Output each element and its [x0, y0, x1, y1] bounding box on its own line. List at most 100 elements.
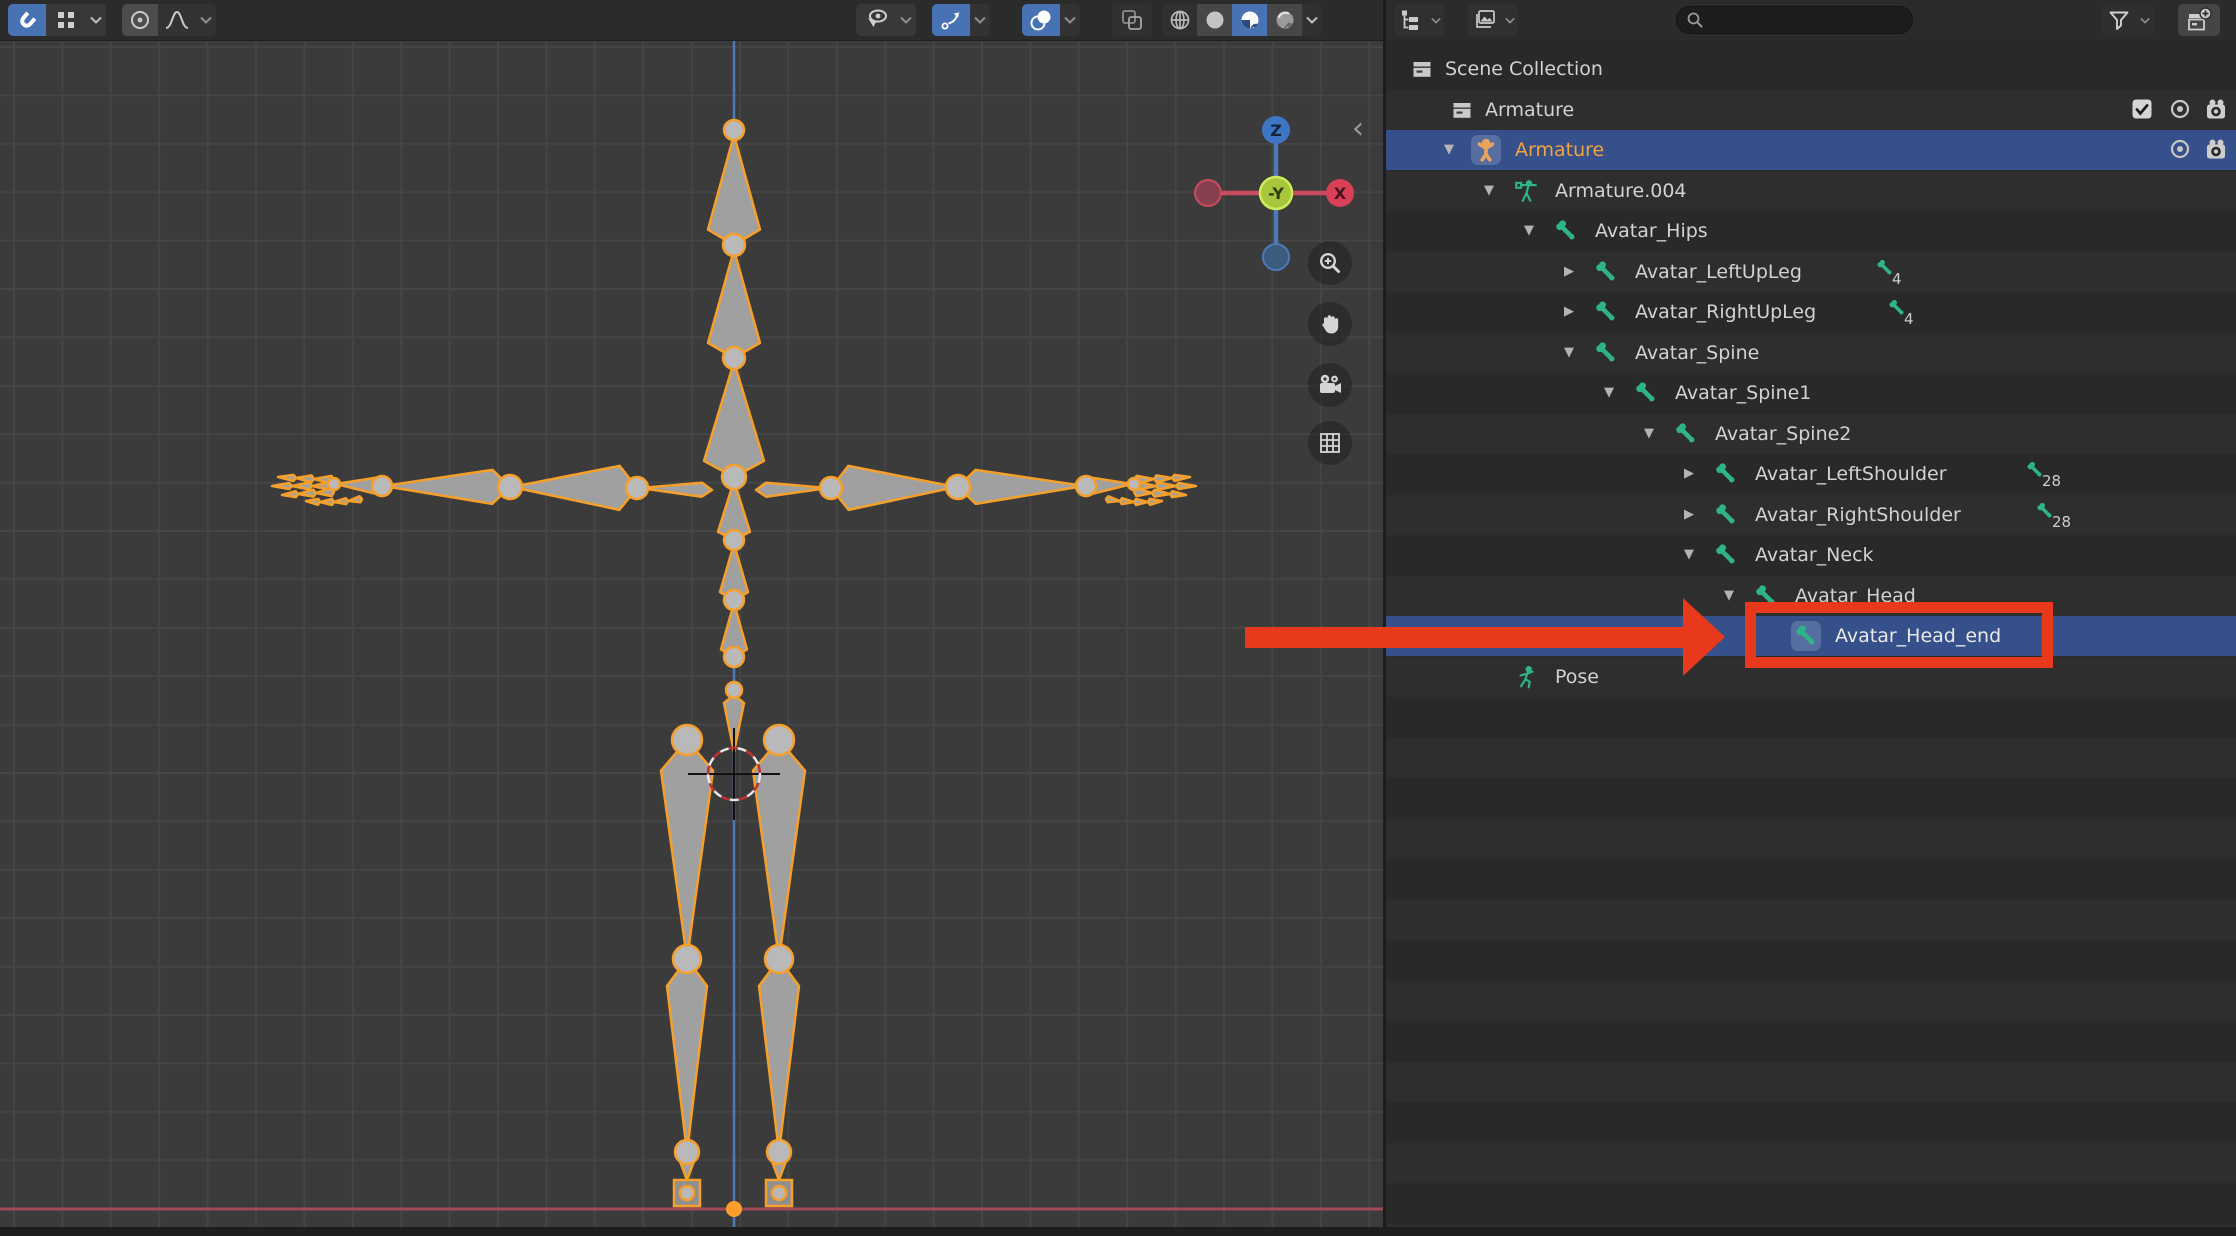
falloff-dropdown[interactable] — [196, 16, 216, 24]
chevron-down-icon — [974, 16, 986, 24]
proportional-editing-group — [122, 4, 216, 36]
chevron-down-icon — [1306, 16, 1318, 24]
outliner-row-armature[interactable]: ▼ Armature — [1386, 130, 2236, 170]
gizmo-neg-x-ball[interactable] — [1195, 180, 1221, 206]
row-icon-wrap — [1671, 419, 1701, 449]
editor-type-outliner-icon — [1399, 8, 1423, 32]
row-icon-wrap — [1551, 216, 1581, 246]
show-gizmo-toggle[interactable] — [856, 4, 896, 36]
search-icon — [1686, 11, 1704, 29]
outliner-row-scene-collection[interactable]: Scene Collection — [1386, 49, 2236, 89]
expand-arrow[interactable]: ▶ — [1681, 495, 1697, 535]
editor-type-button[interactable] — [1394, 4, 1444, 36]
gizmos-dropdown[interactable] — [970, 16, 990, 24]
viewport-visibility-toggle[interactable] — [2168, 97, 2192, 121]
shading-wireframe[interactable] — [1162, 4, 1197, 36]
bone-icon — [1713, 502, 1739, 528]
expand-arrow[interactable]: ▶ — [1561, 252, 1577, 292]
outliner-row-avatar-leftupleg[interactable]: ▶Avatar_LeftUpLeg4 — [1386, 252, 2236, 292]
row-icon-wrap — [1711, 500, 1741, 530]
gizmo-neg-y-label: -Y — [1268, 184, 1284, 203]
row-label: Avatar_LeftShoulder — [1755, 454, 1947, 494]
row-stripe — [1386, 981, 2236, 1021]
collapse-arrow[interactable]: ▼ — [1641, 414, 1657, 454]
overlays-icon — [1028, 7, 1054, 33]
viewport-visibility-icon — [2168, 97, 2192, 121]
zoom-button[interactable] — [1308, 241, 1352, 285]
viewport-visibility-toggle[interactable] — [2168, 137, 2192, 161]
display-mode-button[interactable] — [1468, 4, 1518, 36]
row-label: Armature — [1515, 130, 1604, 170]
render-visibility-toggle[interactable] — [2204, 137, 2228, 161]
row-stripe — [1386, 1062, 2236, 1102]
search-input[interactable] — [1676, 6, 1913, 34]
filter-button[interactable] — [2102, 4, 2154, 36]
collapse-arrow[interactable]: ▼ — [1521, 211, 1537, 251]
outliner-row-avatar-rightshoulder[interactable]: ▶Avatar_RightShoulder28 — [1386, 495, 2236, 535]
collapse-arrow[interactable]: ▼ — [1601, 373, 1617, 413]
row-label: Avatar_Spine2 — [1715, 414, 1851, 454]
row-label: Avatar_Spine1 — [1675, 373, 1811, 413]
outliner-row-avatar-neck[interactable]: ▼Avatar_Neck — [1386, 535, 2236, 575]
chevron-down-icon — [1505, 17, 1515, 24]
shading-rendered[interactable] — [1267, 4, 1302, 36]
row-icon-wrap — [1591, 297, 1621, 327]
sidebar-collapse-chevron[interactable]: ‹ — [1352, 114, 1364, 144]
gizmo-visibility-dropdown[interactable] — [896, 16, 916, 24]
shading-solid[interactable] — [1197, 4, 1232, 36]
collection-icon — [1410, 57, 1434, 81]
falloff-segment[interactable] — [158, 4, 196, 36]
row-icon-wrap — [1447, 95, 1477, 125]
armature-data-icon — [1513, 178, 1539, 204]
outliner-row-armature[interactable]: Armature — [1386, 90, 2236, 130]
camera-icon — [1316, 371, 1344, 399]
shading-dropdown[interactable] — [1302, 16, 1322, 24]
display-mode-dropdown[interactable] — [1502, 17, 1518, 24]
xray-toggle[interactable] — [1112, 4, 1152, 36]
row-label: Avatar_RightUpLeg — [1635, 292, 1816, 332]
outliner-row-avatar-spine2[interactable]: ▼ Avatar_Spine2 — [1386, 414, 2236, 454]
outliner-row-avatar-spine1[interactable]: ▼ Avatar_Spine1 — [1386, 373, 2236, 413]
snap-target-segment[interactable] — [46, 4, 86, 36]
shading-solid-icon — [1203, 8, 1227, 32]
overlays-toggle[interactable] — [1022, 4, 1060, 36]
filter-dropdown[interactable] — [2136, 17, 2154, 24]
outliner-row-avatar-spine[interactable]: ▼ Avatar_Spine — [1386, 333, 2236, 373]
proportional-editing-toggle[interactable] — [122, 4, 158, 36]
gizmos-icon — [938, 7, 964, 33]
outliner-header — [1386, 0, 2236, 41]
row-stripe — [1386, 1143, 2236, 1183]
snap-dropdown[interactable] — [86, 16, 106, 24]
outliner-row-armature-004[interactable]: ▼Armature.004 — [1386, 171, 2236, 211]
orthographic-toggle-button[interactable] — [1308, 421, 1352, 465]
expand-arrow[interactable]: ▶ — [1681, 454, 1697, 494]
gizmos-toggle[interactable] — [932, 4, 970, 36]
overlays-dropdown[interactable] — [1060, 16, 1080, 24]
collapse-arrow[interactable]: ▼ — [1681, 535, 1697, 575]
shading-rendered-icon — [1273, 8, 1297, 32]
collapse-arrow[interactable]: ▼ — [1561, 333, 1577, 373]
checkbox-toggle[interactable] — [2130, 97, 2154, 121]
pan-button[interactable] — [1308, 302, 1352, 346]
render-visibility-toggle[interactable] — [2204, 97, 2228, 121]
collapse-arrow[interactable]: ▼ — [1441, 130, 1457, 170]
3d-viewport[interactable]: Z X -Y — [0, 40, 1383, 1236]
row-stripe — [1386, 900, 2236, 940]
snap-toggle[interactable] — [8, 4, 46, 36]
row-label: Avatar_Spine — [1635, 333, 1759, 373]
outliner-row-avatar-leftshoulder[interactable]: ▶Avatar_LeftShoulder28 — [1386, 454, 2236, 494]
collapse-arrow[interactable]: ▼ — [1481, 171, 1497, 211]
new-collection-button[interactable] — [2178, 4, 2220, 36]
shading-material[interactable] — [1232, 4, 1267, 36]
camera-view-button[interactable] — [1308, 363, 1352, 407]
annotation-rect — [1745, 602, 2053, 668]
chevron-down-icon — [200, 16, 212, 24]
chevron-down-icon — [900, 16, 912, 24]
armature-object-icon — [1473, 137, 1499, 163]
bone-count: 4 — [1904, 310, 1914, 328]
outliner-row-avatar-hips[interactable]: ▼Avatar_Hips — [1386, 211, 2236, 251]
gizmo-neg-z-ball[interactable] — [1263, 244, 1289, 270]
expand-arrow[interactable]: ▶ — [1561, 292, 1577, 332]
editor-type-dropdown[interactable] — [1428, 17, 1444, 24]
outliner-row-avatar-rightupleg[interactable]: ▶ Avatar_RightUpLeg 4 — [1386, 292, 2236, 332]
